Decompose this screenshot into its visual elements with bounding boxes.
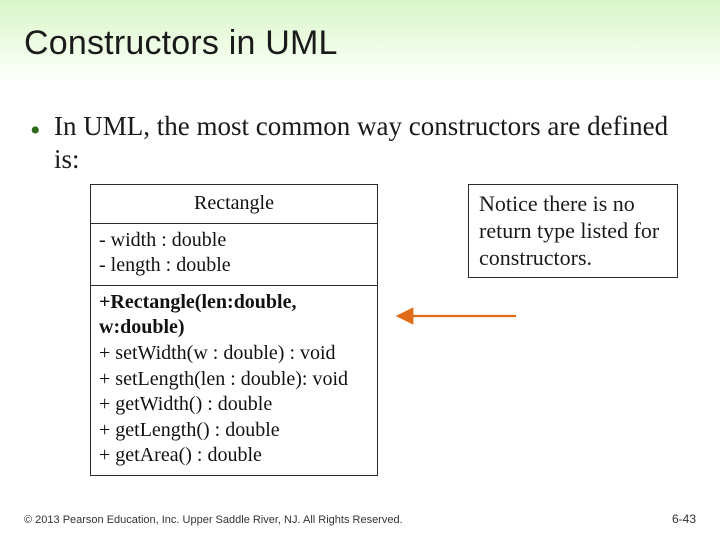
bullet-dot: • <box>30 116 41 146</box>
uml-operation: + getLength() : double <box>99 418 369 444</box>
slide: Constructors in UML • In UML, the most c… <box>0 0 720 540</box>
footer-copyright: © 2013 Pearson Education, Inc. Upper Sad… <box>24 514 403 526</box>
callout-arrow <box>386 306 526 326</box>
slide-title: Constructors in UML <box>24 24 338 63</box>
uml-attributes: - width : double - length : double <box>91 223 377 285</box>
uml-class-name: Rectangle <box>91 185 377 223</box>
uml-operation: + setLength(len : double): void <box>99 367 369 393</box>
uml-operation: + getArea() : double <box>99 443 369 469</box>
uml-attribute: - width : double <box>99 228 369 254</box>
uml-attribute: - length : double <box>99 253 369 279</box>
uml-operation: + getWidth() : double <box>99 392 369 418</box>
slide-number: 6-43 <box>672 512 696 526</box>
bullet-text: In UML, the most common way constructors… <box>54 110 692 176</box>
uml-class-box: Rectangle - width : double - length : do… <box>90 184 378 476</box>
bullet-item: • In UML, the most common way constructo… <box>32 110 692 176</box>
callout-box: Notice there is no return type listed fo… <box>468 184 678 278</box>
uml-operations: +Rectangle(len:double, w:double) + setWi… <box>91 285 377 475</box>
uml-constructor: +Rectangle(len:double, w:double) <box>99 290 369 341</box>
uml-operation: + setWidth(w : double) : void <box>99 341 369 367</box>
